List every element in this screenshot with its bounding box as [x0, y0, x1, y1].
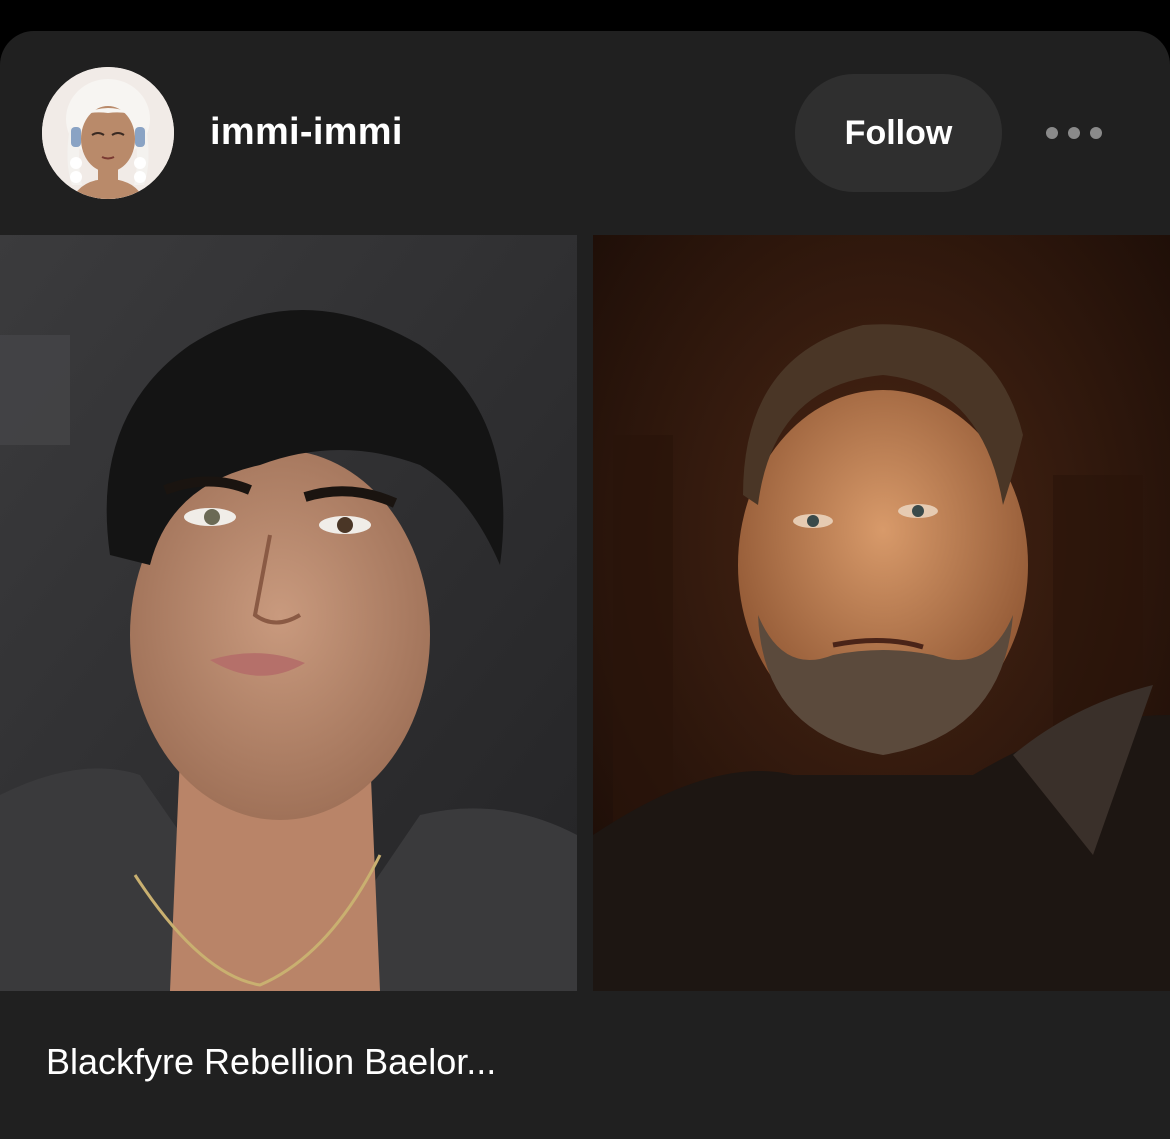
right-photo[interactable] — [593, 235, 1170, 991]
left-photo[interactable] — [0, 235, 577, 991]
more-options-icon[interactable] — [1036, 113, 1112, 153]
avatar[interactable] — [42, 67, 174, 199]
username[interactable]: immi-immi — [210, 109, 403, 155]
left-photo-image — [0, 235, 577, 991]
post-card: immi-immi Follow Blackfyre Rebellion Bae… — [0, 31, 1170, 1139]
dot — [1068, 127, 1080, 139]
right-photo-image — [593, 235, 1170, 991]
avatar-illustration — [42, 67, 174, 199]
dot — [1090, 127, 1102, 139]
follow-button[interactable]: Follow — [795, 74, 1002, 192]
post-header: immi-immi Follow — [0, 31, 1170, 236]
dot — [1046, 127, 1058, 139]
post-caption[interactable]: Blackfyre Rebellion Baelor... — [46, 1039, 496, 1085]
